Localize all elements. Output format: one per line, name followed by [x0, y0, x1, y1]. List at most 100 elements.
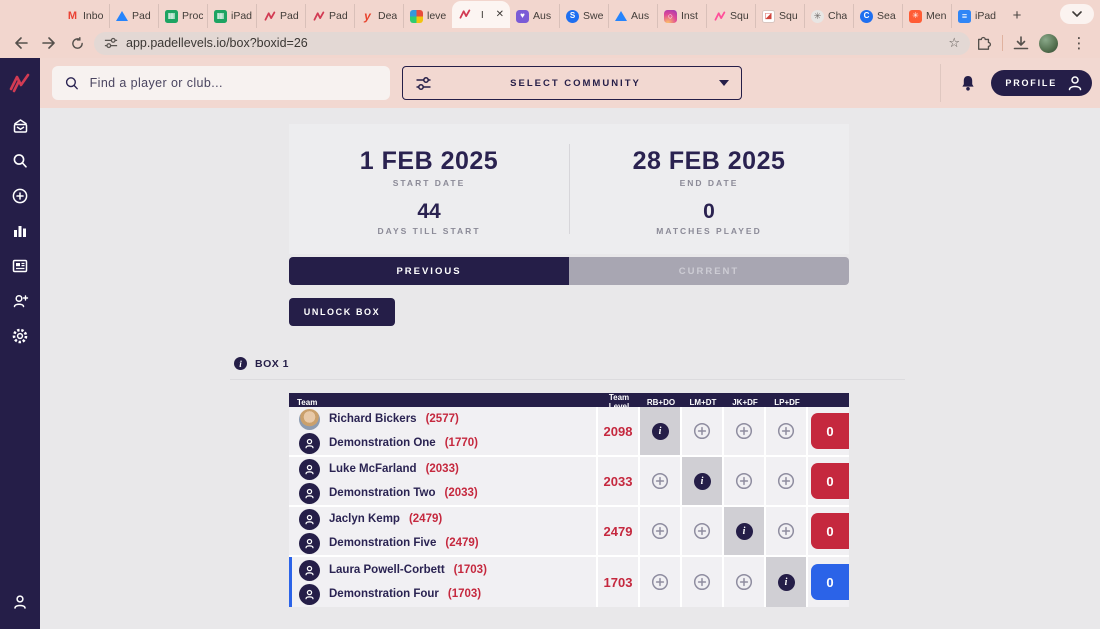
url-omnibox[interactable]: app.padellevels.io/box?boxid=26 ☆ [94, 32, 970, 55]
matrix-cell-self[interactable]: i [766, 557, 808, 607]
browser-tab[interactable]: leve [403, 4, 452, 28]
browser-tab[interactable]: Aus [608, 4, 657, 28]
score-button[interactable]: 0 [811, 513, 849, 549]
browser-tab[interactable]: ▦iPad [207, 4, 256, 28]
sidebar-item-search[interactable] [0, 143, 40, 178]
profile-button[interactable]: PROFILE [991, 70, 1092, 96]
matrix-cell-add-match[interactable] [724, 557, 766, 607]
browser-tab[interactable]: ≡iPad [951, 4, 1000, 28]
tab-previous[interactable]: PREVIOUS [289, 257, 569, 285]
days-till-start-value: 44 [417, 200, 440, 224]
bell-icon[interactable] [959, 74, 977, 93]
tab-label: Inst [681, 10, 698, 22]
sidebar-item-invite[interactable] [0, 283, 40, 318]
matrix-cell-add-match[interactable] [682, 557, 724, 607]
reload-button[interactable] [66, 32, 88, 54]
player-name[interactable]: Demonstration Five [329, 537, 436, 549]
player-name[interactable]: Demonstration One [329, 437, 436, 449]
sidebar-item-profile[interactable] [0, 584, 40, 619]
player-rating: (2033) [444, 487, 477, 499]
unlock-box-button[interactable]: UNLOCK BOX [289, 298, 395, 326]
deal-icon: y [361, 10, 374, 23]
browser-tab[interactable]: Pad [305, 4, 354, 28]
new-tab-button[interactable]: + [1006, 4, 1028, 26]
browser-tab[interactable]: Pad [256, 4, 305, 28]
sidebar-item-stats[interactable] [0, 213, 40, 248]
matrix-cell-add-match[interactable] [766, 507, 808, 555]
matrix-cell-add-match[interactable] [724, 457, 766, 505]
sheets-icon: ▦ [214, 10, 227, 23]
download-icon[interactable] [1013, 36, 1029, 51]
browser-tab[interactable]: SSwe [559, 4, 608, 28]
player-search[interactable] [52, 66, 390, 100]
browser-tab[interactable]: ✳Men [902, 4, 951, 28]
matrix-cell-add-match[interactable] [724, 407, 766, 455]
score-button[interactable]: 0 [811, 463, 849, 499]
matrix-cell-add-match[interactable] [682, 407, 724, 455]
select-community-dropdown[interactable]: SELECT COMMUNITY [402, 66, 742, 100]
player-name[interactable]: Richard Bickers [329, 413, 417, 425]
tab-search-chevron[interactable] [1060, 4, 1094, 24]
player-name[interactable]: Demonstration Two [329, 487, 435, 499]
browser-tab[interactable]: ○Inst [657, 4, 706, 28]
matrix-cell-add-match[interactable] [640, 507, 682, 555]
info-icon[interactable]: i [652, 423, 669, 440]
player-avatar-icon [299, 483, 320, 504]
sidebar-item-add[interactable] [0, 178, 40, 213]
player-name[interactable]: Jaclyn Kemp [329, 513, 400, 525]
add-match-icon [651, 573, 669, 591]
browser-tab[interactable]: ✳Cha [804, 4, 853, 28]
info-icon[interactable]: i [736, 523, 753, 540]
sidebar-item-settings[interactable] [0, 318, 40, 353]
close-icon[interactable]: ✕ [494, 9, 506, 20]
tab-label: Inbo [83, 10, 103, 22]
score-button[interactable]: 0 [811, 564, 849, 600]
player-name[interactable]: Laura Powell-Corbett [329, 564, 445, 576]
matrix-cell-add-match[interactable] [766, 457, 808, 505]
browser-tab[interactable]: ▦Proc [158, 4, 207, 28]
app-logo[interactable] [0, 58, 40, 108]
browser-tab[interactable]: ♥Aus [510, 4, 559, 28]
score-button[interactable]: 0 [811, 413, 849, 449]
player-name[interactable]: Luke McFarland [329, 463, 417, 475]
tab-current[interactable]: CURRENT [569, 257, 849, 285]
matrix-cell-self[interactable]: i [682, 457, 724, 505]
matrix-cell-add-match[interactable] [682, 507, 724, 555]
tab-label: iPad [975, 10, 996, 22]
info-icon[interactable]: i [778, 574, 795, 591]
team-cell: Luke McFarland (2033) Demonstration Two (20… [289, 457, 598, 505]
info-icon[interactable]: i [694, 473, 711, 490]
inbox-icon [11, 117, 30, 135]
back-button[interactable] [10, 32, 32, 54]
main-content: 1 FEB 2025 START DATE 44 DAYS TILL START… [40, 108, 1100, 629]
player-rating: (2033) [426, 463, 459, 475]
sidebar-item-matches[interactable] [0, 248, 40, 283]
browser-menu-kebab[interactable]: ⋮ [1068, 32, 1090, 54]
player-name[interactable]: Demonstration Four [329, 588, 439, 600]
browser-tab[interactable]: Pad [109, 4, 158, 28]
matrix-cell-self[interactable]: i [724, 507, 766, 555]
padellevels-icon [312, 10, 325, 23]
browser-tab[interactable]: MInbo [60, 4, 109, 28]
browser-tab[interactable]: I✕ [452, 1, 510, 28]
player-avatar-icon [299, 433, 320, 454]
add-match-icon [651, 522, 669, 540]
profile-button-label: PROFILE [1005, 78, 1057, 88]
sidebar-item-home[interactable] [0, 108, 40, 143]
browser-tab[interactable]: ◪Squ [755, 4, 804, 28]
app-sidebar [0, 58, 40, 629]
person-icon [1065, 73, 1085, 93]
matrix-cell-add-match[interactable] [640, 557, 682, 607]
info-icon[interactable]: i [234, 357, 247, 370]
browser-tab[interactable]: Squ [706, 4, 755, 28]
matrix-cell-add-match[interactable] [766, 407, 808, 455]
forward-button[interactable] [38, 32, 60, 54]
browser-profile-avatar[interactable] [1039, 34, 1058, 53]
bookmark-star-icon[interactable]: ☆ [948, 35, 960, 51]
extensions-icon[interactable] [976, 35, 992, 51]
matrix-cell-self[interactable]: i [640, 407, 682, 455]
matrix-cell-add-match[interactable] [640, 457, 682, 505]
browser-tab[interactable]: yDea [354, 4, 403, 28]
search-input[interactable] [90, 76, 378, 90]
browser-tab[interactable]: CSea [853, 4, 902, 28]
